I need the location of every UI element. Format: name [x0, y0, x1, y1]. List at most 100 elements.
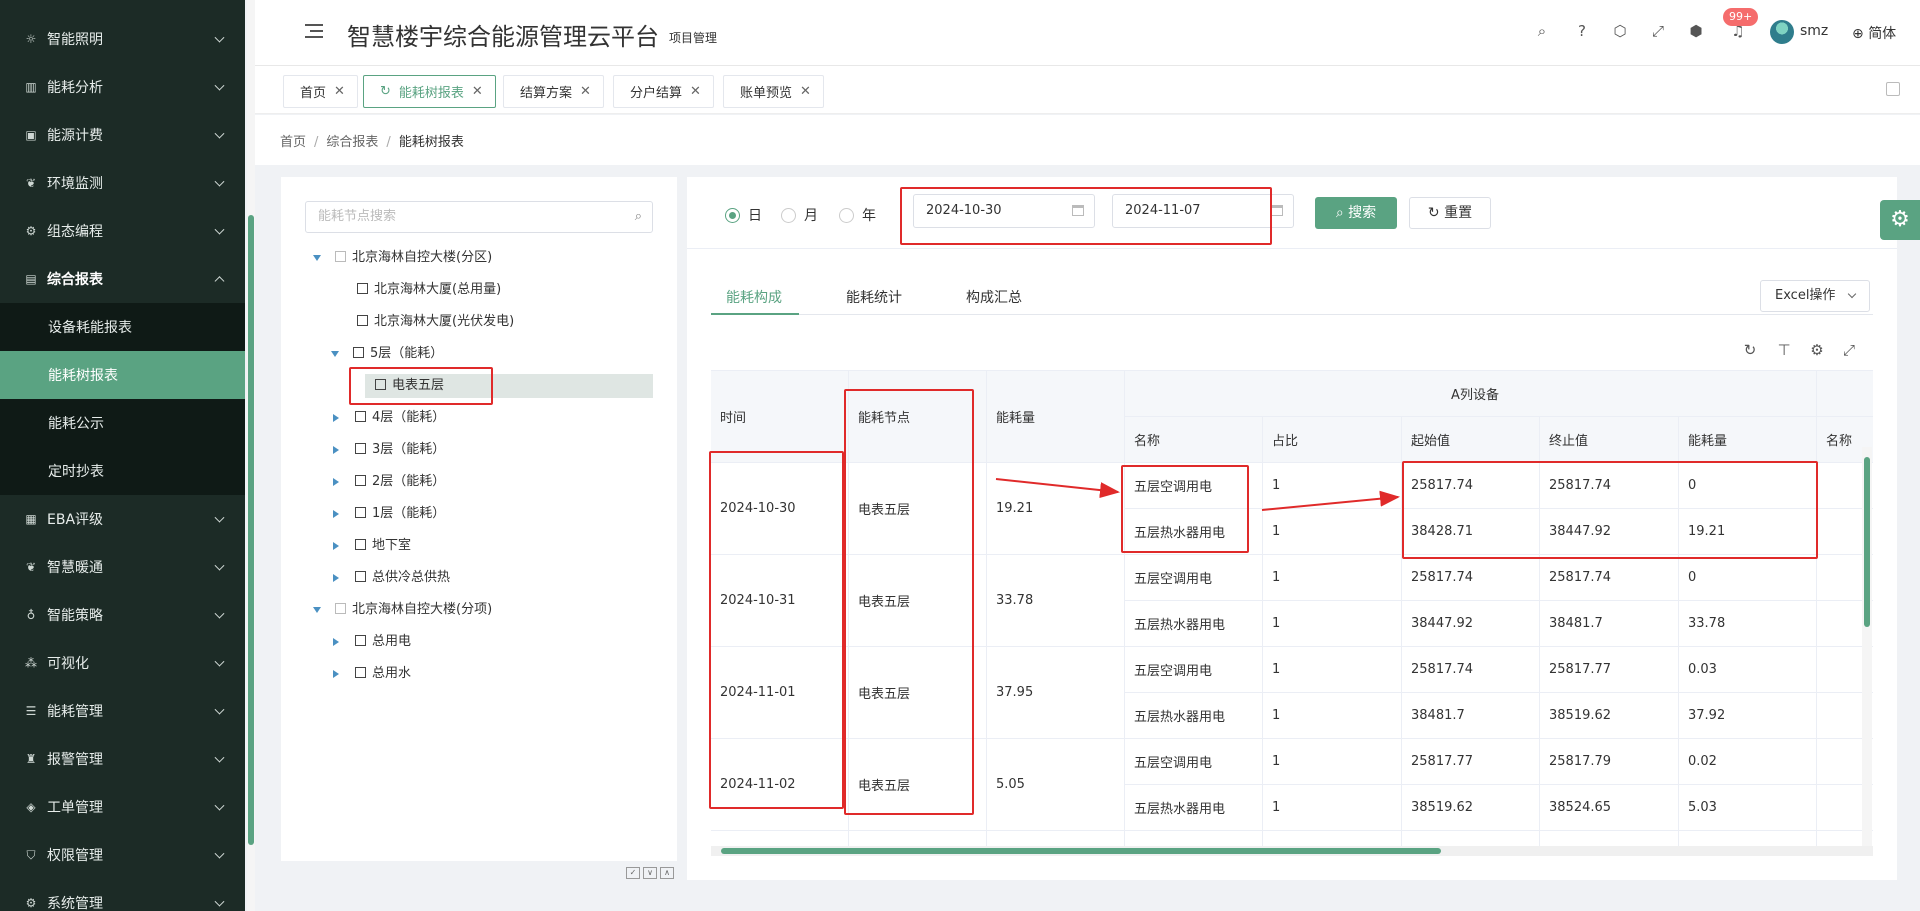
sidebar-item-analysis[interactable]: ▥ 能耗分析 — [0, 63, 245, 111]
sidebar-item-lighting[interactable]: ☼ 智能照明 — [0, 15, 245, 63]
fullscreen-icon[interactable]: ⤢ — [1840, 341, 1858, 359]
tree-node[interactable]: 北京海林大厦(总用量) — [357, 278, 501, 302]
breadcrumb-current: 能耗树报表 — [398, 135, 464, 150]
tree-node-selected[interactable]: 电表五层 — [365, 374, 653, 398]
settings-float-button[interactable]: ⚙ — [1880, 200, 1920, 240]
search-button[interactable]: ⌕ 搜索 — [1315, 197, 1397, 229]
close-icon[interactable]: ✕ — [580, 84, 591, 99]
meter-icon — [355, 635, 366, 646]
tree-node[interactable]: 1层（能耗） — [331, 502, 445, 526]
scrollbar-thumb[interactable] — [721, 848, 1441, 854]
radio-day[interactable]: 日 — [725, 205, 762, 225]
settings-icon[interactable]: ⚙ — [1808, 341, 1826, 359]
sidebar-subitem-tree-report[interactable]: 能耗树报表 — [0, 351, 245, 399]
sidebar-item-eba[interactable]: ▦ EBA评级 — [0, 495, 245, 543]
subtab-statistics[interactable]: 能耗统计 — [846, 287, 902, 307]
close-icon[interactable]: ✕ — [472, 84, 483, 99]
help-icon[interactable]: ? — [1573, 22, 1591, 40]
search-icon[interactable]: ⌕ — [1533, 22, 1551, 40]
refresh-icon[interactable]: ↻ — [1741, 341, 1759, 359]
sidebar-item-label: 组态编程 — [47, 224, 103, 240]
cell-end: 25817.79 — [1540, 739, 1679, 785]
sidebar-scrollbar[interactable] — [247, 0, 255, 911]
chevron-down-icon — [214, 800, 225, 811]
tree-node[interactable]: 5层（能耗） — [331, 342, 443, 366]
sidebar-subitem-meter-reading[interactable]: 定时抄表 — [0, 447, 245, 495]
divider — [687, 248, 1897, 249]
search-placeholder: 能耗节点搜索 — [318, 209, 397, 224]
tab-settlement-plan[interactable]: 结算方案 ✕ — [503, 75, 604, 108]
tree-node[interactable]: 北京海林自控大楼(分区) — [313, 246, 492, 270]
sidebar-item-label: 智慧暖通 — [47, 560, 103, 576]
reset-button[interactable]: ↻ 重置 — [1409, 197, 1491, 229]
sidebar-item-config[interactable]: ⚙ 组态编程 — [0, 207, 245, 255]
sidebar-item-workorder[interactable]: ◈ 工单管理 — [0, 783, 245, 831]
tree-node[interactable]: 地下室 — [331, 534, 411, 558]
sidebar-item-alarm[interactable]: ♜ 报警管理 — [0, 735, 245, 783]
tree-node[interactable]: 4层（能耗） — [331, 406, 445, 430]
bulb-icon: ♁ — [26, 608, 36, 622]
table-horizontal-scrollbar[interactable] — [711, 846, 1873, 856]
subtab-composition[interactable]: 能耗构成 — [726, 287, 782, 307]
close-icon[interactable]: ✕ — [800, 84, 811, 99]
sidebar-item-permission[interactable]: ⛉ 权限管理 — [0, 831, 245, 879]
sidebar-item-strategy[interactable]: ♁ 智能策略 — [0, 591, 245, 639]
collapse-icon[interactable]: ∧ — [660, 867, 674, 879]
expand-icon[interactable]: ∨ — [643, 867, 657, 879]
tab-home[interactable]: 首页 ✕ — [283, 75, 358, 108]
cell-end: 38447.92 — [1540, 509, 1679, 555]
language-switch[interactable]: ⊕ 简体 — [1852, 23, 1896, 43]
tree-node[interactable]: 北京海林自控大楼(分项) — [313, 598, 492, 622]
breadcrumb-home[interactable]: 首页 — [280, 135, 306, 150]
tab-bill-preview[interactable]: 账单预览 ✕ — [723, 75, 824, 108]
sidebar-item-reports[interactable]: ▤ 综合报表 — [0, 255, 245, 303]
close-icon[interactable]: ✕ — [334, 84, 345, 99]
sidebar-subitem-device-report[interactable]: 设备耗能报表 — [0, 303, 245, 351]
sidebar-item-environment[interactable]: ❦ 环境监测 — [0, 159, 245, 207]
table-vertical-scrollbar[interactable] — [1862, 447, 1872, 847]
tree-node-label: 3层（能耗） — [372, 442, 446, 457]
radio-year[interactable]: 年 — [839, 205, 876, 225]
sidebar-item-energy-mgmt[interactable]: ☰ 能耗管理 — [0, 687, 245, 735]
end-date-input[interactable]: 2024-11-07 — [1112, 194, 1294, 228]
start-date-input[interactable]: 2024-10-30 — [913, 194, 1095, 228]
sidebar-item-hvac[interactable]: ❦ 智慧暖通 — [0, 543, 245, 591]
lock-icon[interactable] — [1886, 82, 1900, 96]
sidebar-item-label: 能源计费 — [47, 128, 103, 144]
excel-dropdown-button[interactable]: Excel操作 — [1760, 280, 1870, 312]
sidebar-item-system[interactable]: ⚙ 系统管理 — [0, 879, 245, 911]
breadcrumb-parent[interactable]: 综合报表 — [326, 135, 378, 150]
tree-node[interactable]: 总供冷总供热 — [331, 566, 450, 590]
tree-node[interactable]: 总用水 — [331, 662, 411, 686]
scrollbar-thumb[interactable] — [1864, 457, 1870, 627]
column-height-icon[interactable]: ⊤ — [1775, 341, 1793, 359]
avatar[interactable] — [1770, 20, 1794, 44]
refresh-icon[interactable]: ↻ — [380, 84, 391, 99]
bulb-icon: ☼ — [25, 32, 37, 46]
tree-node[interactable]: 总用电 — [331, 630, 411, 654]
fullscreen-icon[interactable]: ⤢ — [1649, 22, 1667, 40]
tree-node[interactable]: 北京海林大厦(光伏发电) — [357, 310, 514, 334]
cell-start: 25817.74 — [1402, 647, 1540, 693]
close-icon[interactable]: ✕ — [690, 84, 701, 99]
tree-node[interactable]: 2层（能耗） — [331, 470, 445, 494]
sidebar-item-visual[interactable]: ⁂ 可视化 — [0, 639, 245, 687]
box-icon[interactable]: ⬢ — [1687, 22, 1705, 40]
tree-search-input[interactable]: 能耗节点搜索 ⌕ — [305, 201, 653, 233]
check-all-icon[interactable]: ✓ — [626, 867, 640, 879]
search-icon[interactable]: ⌕ — [635, 202, 642, 232]
meter-icon — [355, 539, 366, 550]
scrollbar-thumb[interactable] — [248, 215, 254, 845]
sliders-icon: ☰ — [25, 704, 37, 718]
subtab-summary[interactable]: 构成汇总 — [966, 287, 1022, 307]
tab-energy-tree-report[interactable]: ↻ 能耗树报表 ✕ — [363, 75, 496, 108]
cube-icon[interactable]: ⬡ — [1611, 22, 1629, 40]
username[interactable]: smz — [1800, 23, 1828, 39]
collapse-menu-icon[interactable] — [305, 24, 323, 40]
tree-node-label: 总用电 — [372, 634, 412, 649]
tree-node[interactable]: 3层（能耗） — [331, 438, 445, 462]
tab-household-settlement[interactable]: 分户结算 ✕ — [613, 75, 714, 108]
radio-month[interactable]: 月 — [781, 205, 818, 225]
sidebar-subitem-publicity[interactable]: 能耗公示 — [0, 399, 245, 447]
sidebar-item-billing[interactable]: ▣ 能源计费 — [0, 111, 245, 159]
